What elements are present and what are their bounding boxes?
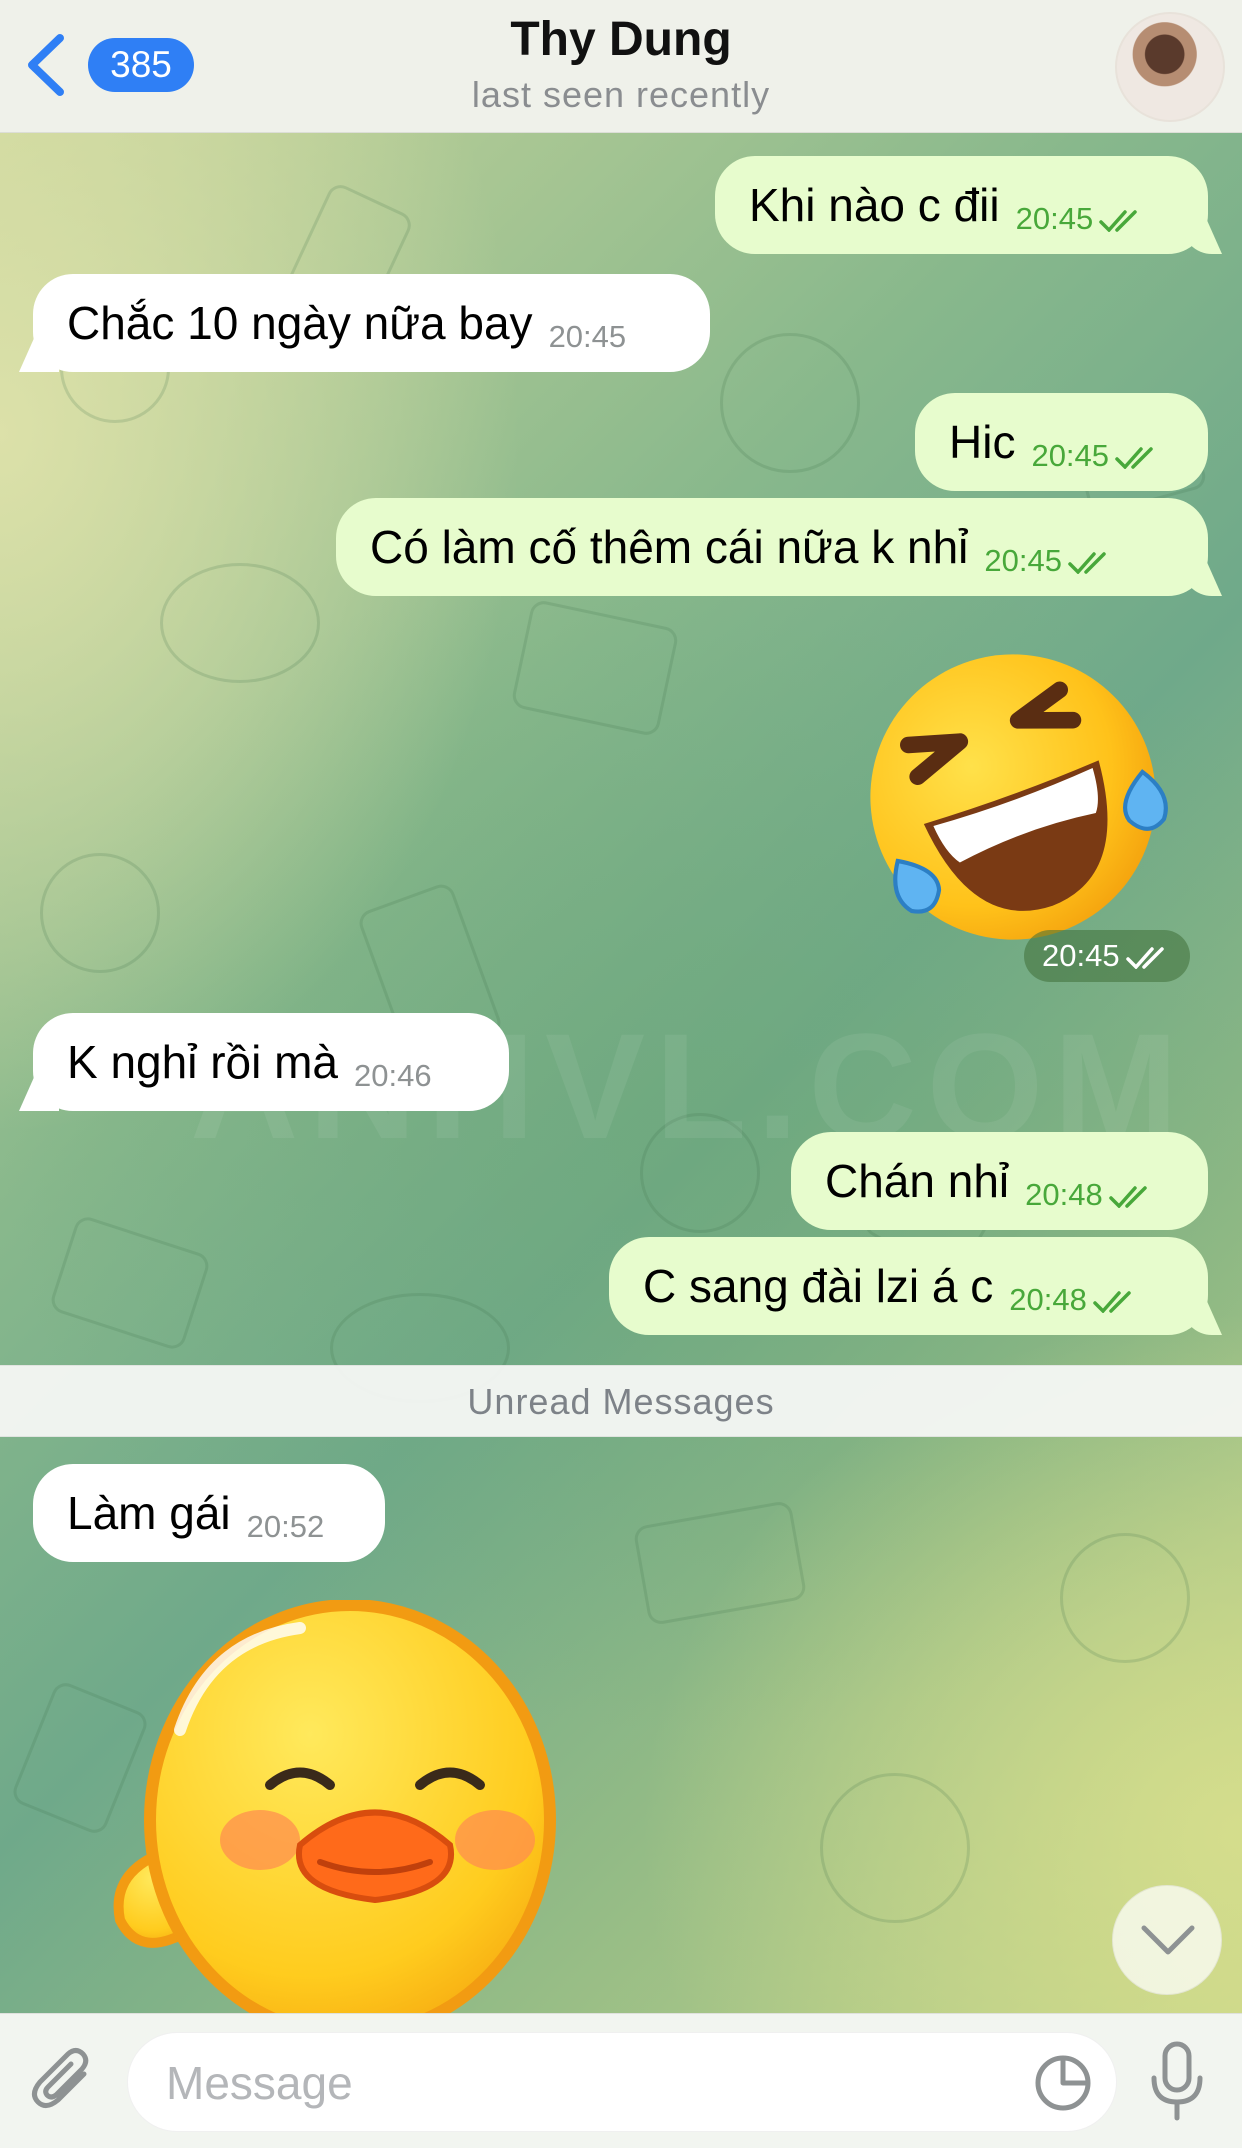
- chat-header: 385 Thy Dung last seen recently: [0, 0, 1242, 133]
- message-text: C sang đài lzi á c: [643, 1260, 994, 1312]
- message-meta: 20:45: [984, 498, 1114, 610]
- message-input-bar: [0, 2013, 1242, 2148]
- message-time: 20:45: [984, 543, 1062, 578]
- double-check-icon: [1108, 1186, 1147, 1208]
- chat-title[interactable]: Thy Dung: [0, 12, 1242, 67]
- message-bubble-outgoing[interactable]: Khi nào c đii 20:45: [715, 156, 1208, 254]
- message-text: Có làm cố thêm cái nữa k nhỉ: [370, 521, 969, 573]
- doodle-shape: [820, 1773, 970, 1923]
- message-time: 20:48: [1025, 1177, 1103, 1212]
- message-time: 20:45: [1015, 201, 1094, 236]
- message-text: Khi nào c đii: [749, 179, 1000, 231]
- message-meta: 20:48: [1009, 1237, 1139, 1349]
- doodle-shape: [510, 598, 680, 738]
- message-time: 20:45: [548, 319, 627, 354]
- doodle-shape: [40, 853, 160, 973]
- double-check-icon: [1093, 1291, 1131, 1313]
- sticker-icon[interactable]: [1033, 2053, 1093, 2113]
- doodle-shape: [1060, 1533, 1190, 1663]
- sticker-meta: 20:45: [1024, 930, 1190, 982]
- chat-status: last seen recently: [471, 74, 771, 115]
- message-bubble-outgoing[interactable]: Có làm cố thêm cái nữa k nhỉ 20:45: [336, 498, 1208, 596]
- message-time: 20:45: [1031, 438, 1110, 473]
- waving-duck-sticker[interactable]: [100, 1600, 600, 2020]
- message-meta: 20:48: [1025, 1132, 1155, 1244]
- message-text: Làm gái: [67, 1487, 231, 1539]
- message-time: 20:48: [1009, 1282, 1087, 1317]
- message-bubble-incoming[interactable]: Làm gái 20:52: [33, 1464, 385, 1562]
- doodle-shape: [160, 563, 320, 683]
- message-time: 20:45: [1042, 938, 1120, 973]
- message-text: Chắc 10 ngày nữa bay: [67, 297, 533, 349]
- message-bubble-outgoing[interactable]: Chán nhỉ 20:48: [791, 1132, 1208, 1230]
- double-check-icon: [1125, 947, 1164, 969]
- chevron-down-icon: [1141, 1925, 1195, 1955]
- message-meta: 20:45: [1031, 393, 1161, 505]
- message-meta: 20:45: [1016, 156, 1146, 268]
- message-text: K nghỉ rồi mà: [67, 1036, 339, 1088]
- avatar[interactable]: [1115, 12, 1225, 122]
- unread-messages-divider: Unread Messages: [0, 1365, 1242, 1437]
- microphone-icon[interactable]: [1146, 2040, 1208, 2124]
- message-bubble-outgoing[interactable]: Hic 20:45: [915, 393, 1208, 491]
- paperclip-icon[interactable]: [28, 2044, 100, 2116]
- doodle-shape: [47, 1213, 213, 1353]
- message-time: 20:46: [354, 1058, 432, 1093]
- message-text: Hic: [949, 416, 1016, 468]
- message-field[interactable]: [127, 2032, 1117, 2133]
- message-text: Chán nhỉ: [825, 1155, 1010, 1207]
- scroll-down-button[interactable]: [1112, 1885, 1222, 1995]
- double-check-icon: [1115, 447, 1153, 469]
- message-bubble-outgoing[interactable]: C sang đài lzi á c 20:48: [609, 1237, 1208, 1335]
- message-time: 20:52: [246, 1509, 325, 1544]
- message-bubble-incoming[interactable]: K nghỉ rồi mà 20:46: [33, 1013, 509, 1111]
- doodle-shape: [632, 1499, 808, 1627]
- double-check-icon: [1068, 552, 1106, 574]
- message-input[interactable]: [166, 2033, 1026, 2133]
- doodle-shape: [720, 333, 860, 473]
- message-bubble-incoming[interactable]: Chắc 10 ngày nữa bay 20:45: [33, 274, 710, 372]
- double-check-icon: [1099, 210, 1137, 232]
